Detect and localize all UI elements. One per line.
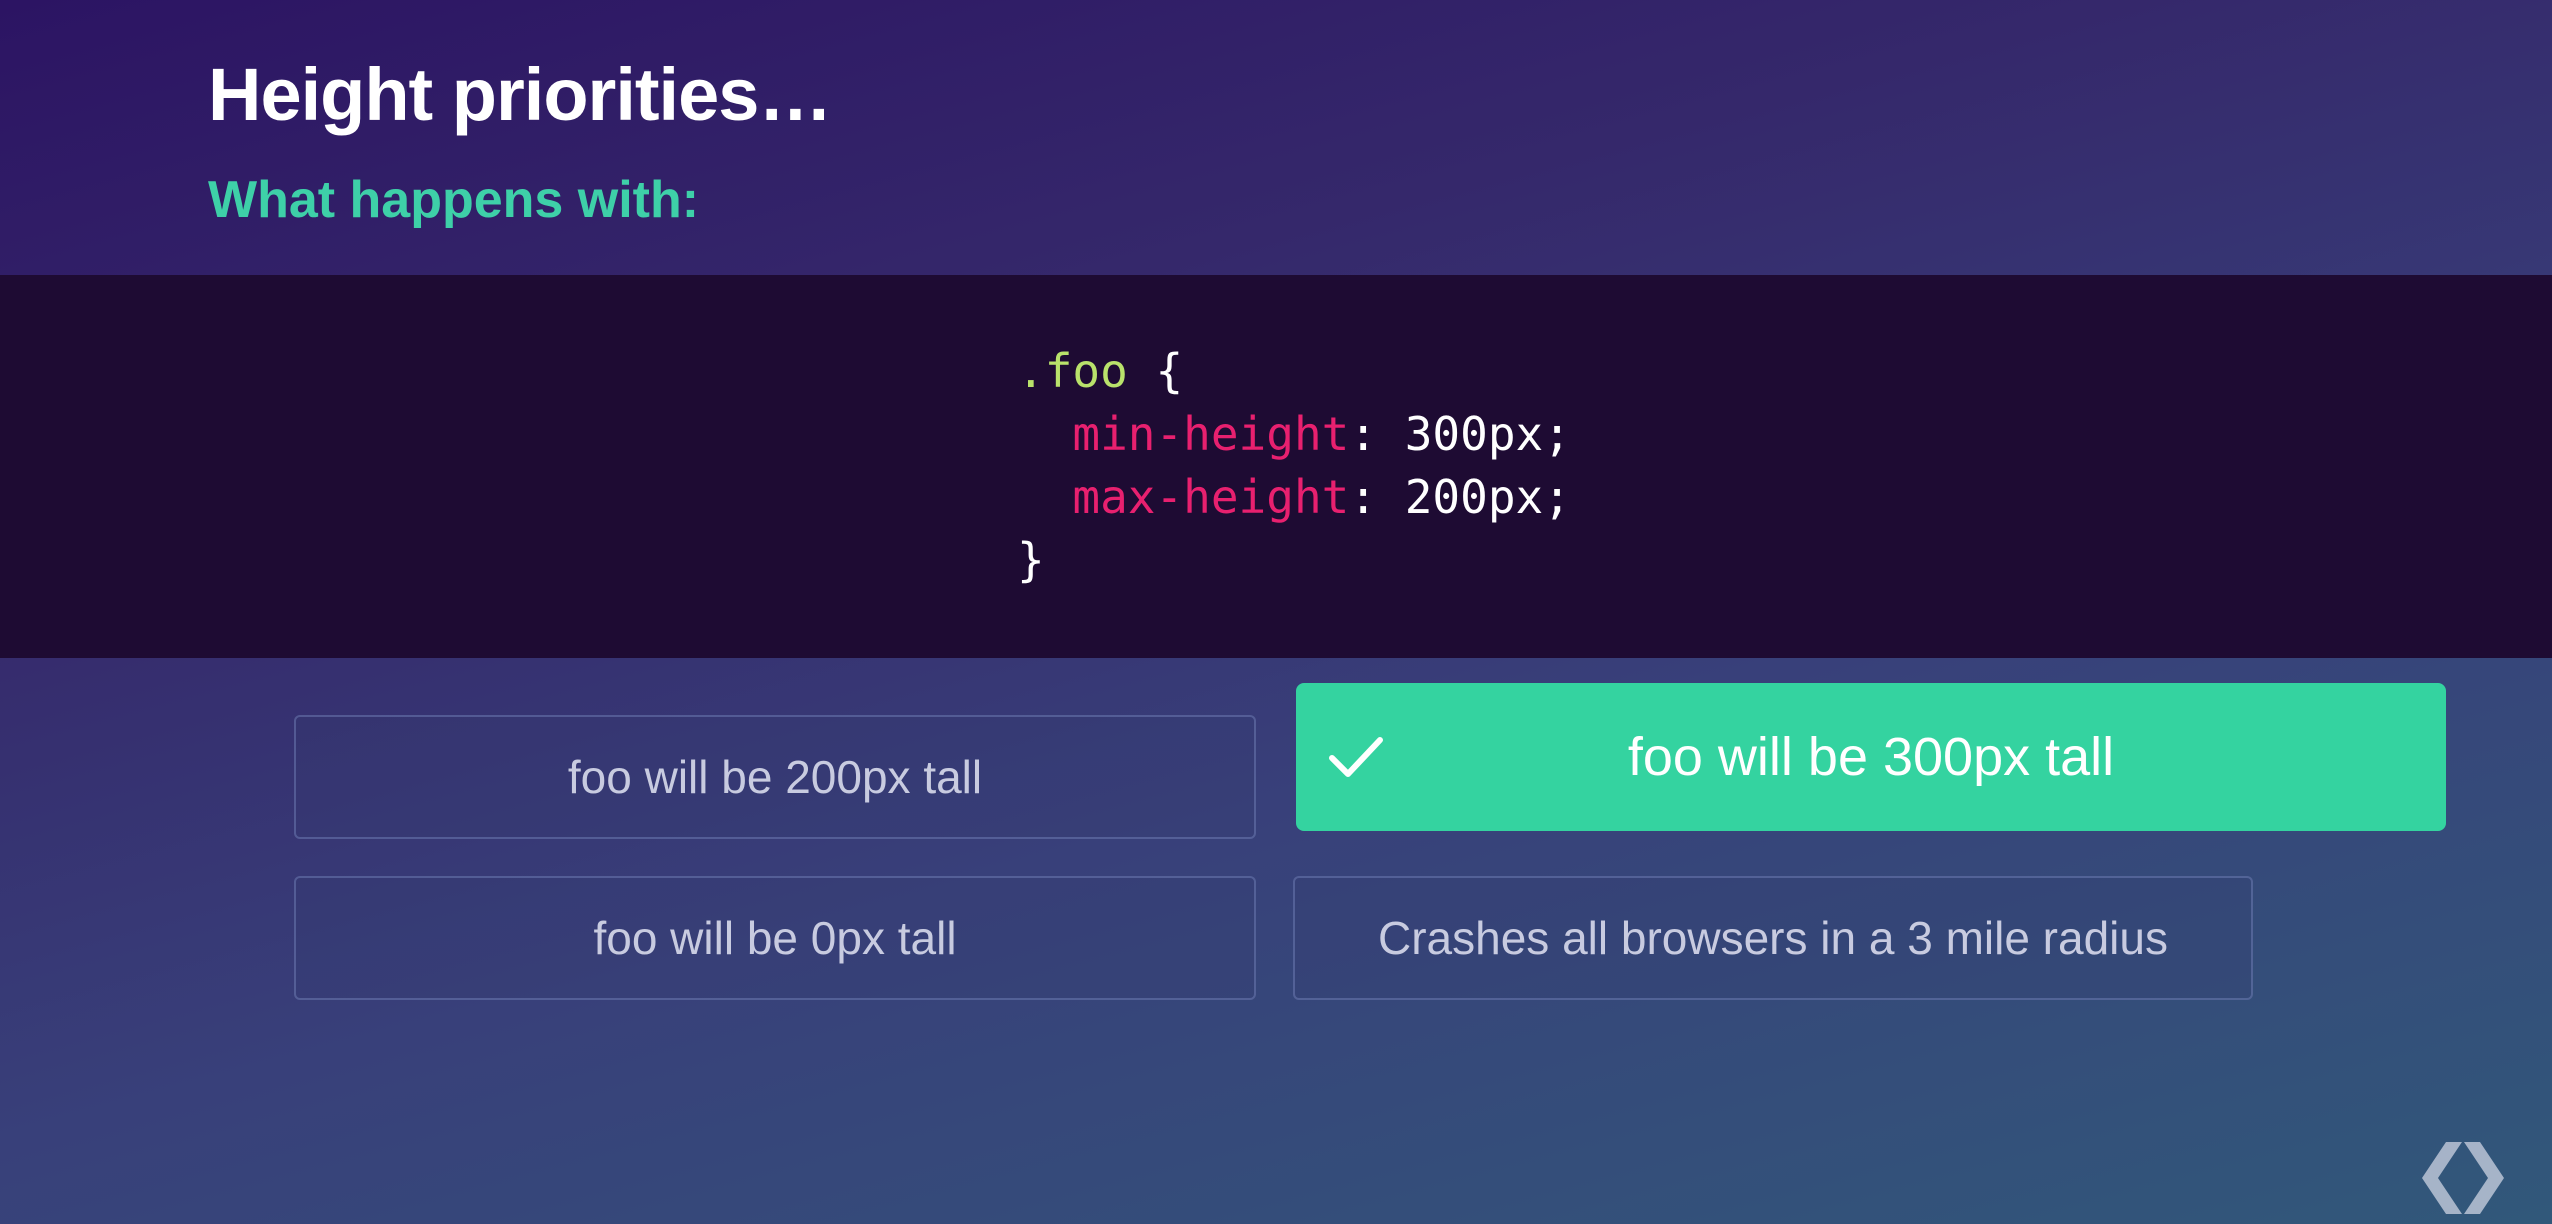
slide-title: Height priorities…: [208, 53, 832, 136]
code-selector: .foo: [1017, 344, 1128, 398]
answer-option-crashes-browsers[interactable]: Crashes all browsers in a 3 mile radius: [1293, 876, 2253, 1000]
slide-subtitle: What happens with:: [208, 171, 700, 229]
code-value-min-height: : 300px;: [1349, 407, 1571, 461]
code-line-min-height: min-height: 300px;: [1017, 403, 1571, 466]
code-line-selector: .foo {: [1017, 340, 1571, 403]
answer-label: Crashes all browsers in a 3 mile radius: [1378, 912, 2168, 964]
checkmark-icon: [1329, 737, 1383, 777]
code-value-max-height: : 200px;: [1349, 470, 1571, 524]
answer-option-0px[interactable]: foo will be 0px tall: [294, 876, 1256, 1000]
code-block: .foo { min-height: 300px; max-height: 20…: [1017, 340, 1571, 592]
answer-label: foo will be 300px tall: [1627, 727, 2115, 787]
code-open-brace: {: [1127, 344, 1184, 398]
code-line-max-height: max-height: 200px;: [1017, 466, 1571, 529]
code-line-close: }: [1017, 529, 1571, 592]
answer-option-200px[interactable]: foo will be 200px tall: [294, 715, 1256, 839]
answer-label: foo will be 200px tall: [567, 751, 983, 803]
chrome-developers-logo-icon: [2422, 1142, 2504, 1214]
code-property-max-height: max-height: [1072, 470, 1350, 524]
code-close-brace: }: [1017, 533, 1045, 587]
answer-option-300px-correct[interactable]: foo will be 300px tall: [1296, 683, 2446, 831]
answer-label: foo will be 0px tall: [593, 912, 957, 964]
code-property-min-height: min-height: [1072, 407, 1350, 461]
